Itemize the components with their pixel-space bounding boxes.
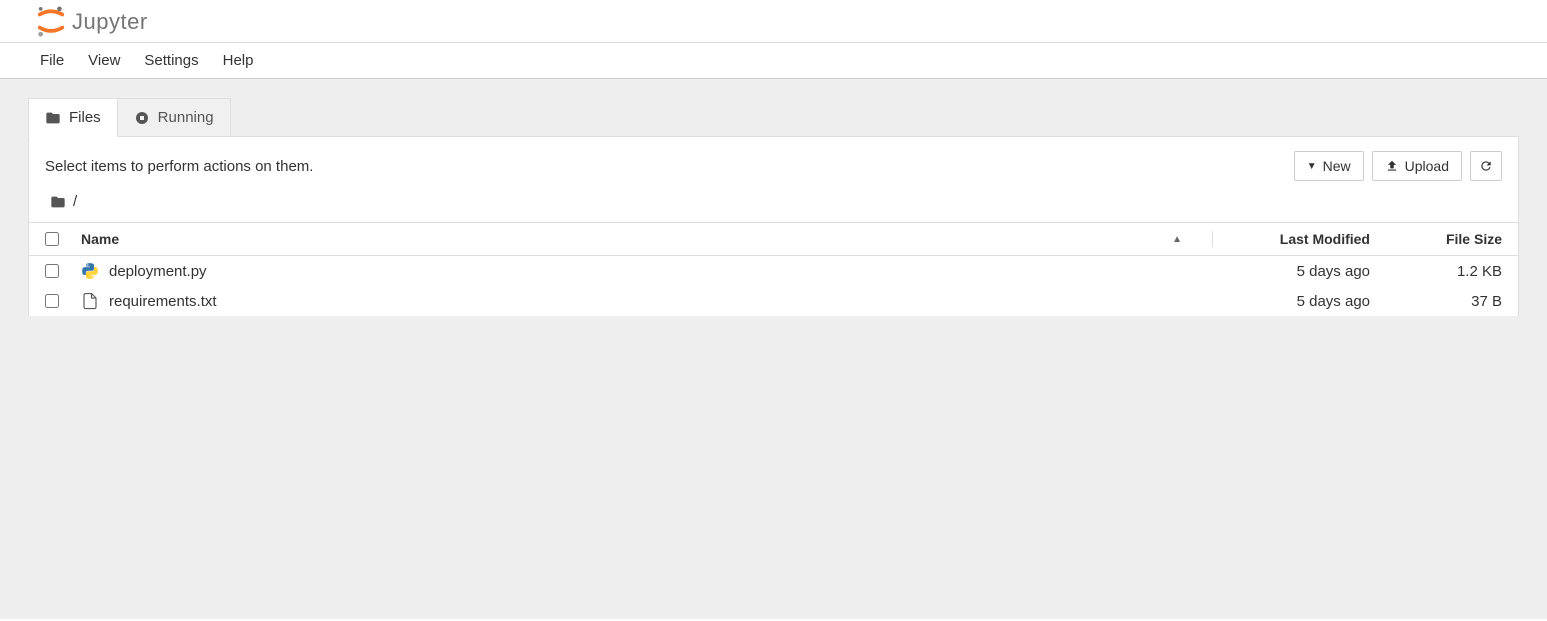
jupyter-logo[interactable]: Jupyter	[36, 6, 148, 38]
file-browser: Select items to perform actions on them.…	[28, 136, 1519, 316]
logo-text: Jupyter	[72, 9, 148, 35]
file-size: 1.2 KB	[1382, 263, 1502, 280]
toolbar-hint: Select items to perform actions on them.	[45, 158, 313, 175]
file-size: 37 B	[1382, 293, 1502, 310]
breadcrumb-root: /	[73, 193, 77, 210]
breadcrumb[interactable]: /	[29, 193, 1518, 222]
select-all-checkbox[interactable]	[45, 232, 59, 246]
tab-running-label: Running	[158, 109, 214, 126]
file-modified: 5 days ago	[1212, 263, 1382, 280]
column-modified-header[interactable]: Last Modified	[1212, 231, 1382, 247]
upload-button[interactable]: Upload	[1372, 151, 1462, 181]
column-size-label: File Size	[1446, 231, 1502, 247]
file-link[interactable]: requirements.txt	[81, 292, 217, 310]
caret-down-icon: ▼	[1307, 161, 1317, 172]
tab-files[interactable]: Files	[28, 98, 118, 137]
folder-icon	[49, 194, 67, 210]
sort-asc-icon: ▲	[1172, 234, 1182, 245]
folder-icon	[45, 110, 61, 126]
menubar: File View Settings Help	[0, 43, 1547, 79]
file-name: deployment.py	[109, 263, 207, 280]
upload-button-label: Upload	[1405, 158, 1449, 174]
content-area: Files Running Select items to perform ac…	[0, 79, 1547, 619]
file-icon	[81, 292, 99, 310]
python-icon	[81, 262, 99, 280]
table-row: deployment.py 5 days ago 1.2 KB	[29, 256, 1518, 286]
file-link[interactable]: deployment.py	[81, 262, 207, 280]
toolbar: Select items to perform actions on them.…	[29, 137, 1518, 193]
tabs: Files Running	[28, 97, 1519, 136]
app-header: Jupyter	[0, 0, 1547, 43]
table-header: Name ▲ Last Modified File Size	[29, 222, 1518, 256]
jupyter-logo-icon	[36, 6, 66, 38]
running-icon	[134, 110, 150, 126]
row-checkbox[interactable]	[45, 294, 59, 308]
menu-settings[interactable]: Settings	[132, 44, 210, 77]
new-button-label: New	[1323, 158, 1351, 174]
tab-running[interactable]: Running	[118, 98, 231, 137]
column-modified-label: Last Modified	[1280, 231, 1370, 247]
column-name-header[interactable]: Name ▲	[77, 231, 1212, 247]
file-name: requirements.txt	[109, 293, 217, 310]
tab-files-label: Files	[69, 109, 101, 126]
menu-help[interactable]: Help	[211, 44, 266, 77]
column-name-label: Name	[81, 231, 119, 247]
row-checkbox[interactable]	[45, 264, 59, 278]
refresh-icon	[1479, 159, 1493, 173]
column-size-header[interactable]: File Size	[1382, 231, 1502, 247]
table-row: requirements.txt 5 days ago 37 B	[29, 286, 1518, 316]
file-modified: 5 days ago	[1212, 293, 1382, 310]
refresh-button[interactable]	[1470, 151, 1502, 181]
menu-view[interactable]: View	[76, 44, 132, 77]
menu-file[interactable]: File	[28, 44, 76, 77]
new-button[interactable]: ▼ New	[1294, 151, 1364, 181]
upload-icon	[1385, 159, 1399, 173]
